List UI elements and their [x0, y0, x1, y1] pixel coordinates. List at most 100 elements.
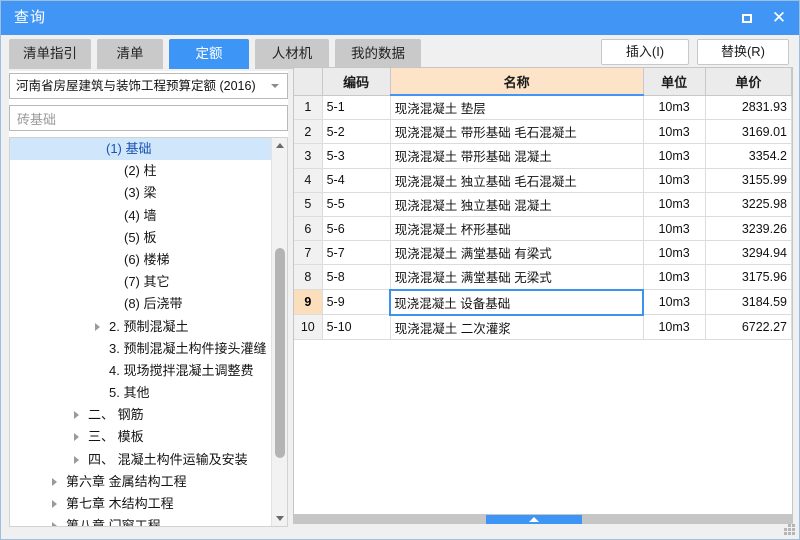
cell-code[interactable]: 5-5: [322, 192, 391, 217]
cell-idx[interactable]: 3: [294, 143, 323, 169]
cell-idx[interactable]: 9: [294, 289, 323, 316]
scroll-down-arrow-icon[interactable]: [272, 511, 287, 526]
cell-price[interactable]: 3354.2: [705, 143, 792, 169]
tree-item[interactable]: 5. 其他: [10, 382, 272, 404]
tree-item[interactable]: 2. 预制混凝土: [10, 316, 272, 338]
column-header-unit[interactable]: 单位: [643, 68, 706, 96]
table-row[interactable]: 7 5-7 现浇混凝土 满堂基础 有梁式 10m3 3294.94: [294, 240, 792, 266]
tab-4[interactable]: 我的数据: [335, 39, 421, 69]
table-row[interactable]: 2 5-2 现浇混凝土 带形基础 毛石混凝土 10m3 3169.01: [294, 119, 792, 145]
horizontal-splitter[interactable]: [293, 515, 793, 524]
cell-name[interactable]: 现浇混凝土 垫层: [390, 95, 644, 121]
collapse-up-icon[interactable]: [486, 515, 582, 524]
column-header-price[interactable]: 单价: [705, 68, 792, 96]
cell-name[interactable]: 现浇混凝土 满堂基础 无梁式: [390, 264, 644, 290]
tree-item[interactable]: (8) 后浇带: [10, 293, 272, 315]
cell-unit[interactable]: 10m3: [643, 289, 706, 316]
cell-price[interactable]: 3239.26: [705, 216, 792, 242]
cell-idx[interactable]: 10: [294, 314, 323, 340]
tree-item[interactable]: (6) 楼梯: [10, 249, 272, 271]
maximize-icon[interactable]: [737, 9, 757, 27]
cell-price[interactable]: 6722.27: [705, 314, 792, 340]
cell-code[interactable]: 5-6: [322, 216, 391, 242]
cell-name[interactable]: 现浇混凝土 二次灌浆: [390, 314, 644, 340]
cell-idx[interactable]: 1: [294, 95, 323, 121]
table-row[interactable]: 1 5-1 现浇混凝土 垫层 10m3 2831.93: [294, 95, 792, 121]
table-row[interactable]: 3 5-3 现浇混凝土 带形基础 混凝土 10m3 3354.2: [294, 143, 792, 169]
tree-item[interactable]: 第八章 门窗工程: [10, 515, 272, 526]
cell-code[interactable]: 5-7: [322, 240, 391, 266]
tree-item[interactable]: (2) 柱: [10, 160, 272, 182]
cell-name[interactable]: 现浇混凝土 带形基础 毛石混凝土: [390, 119, 644, 145]
library-select[interactable]: 河南省房屋建筑与装饰工程预算定额 (2016): [9, 73, 288, 99]
replace-button[interactable]: 替换(R): [697, 39, 789, 65]
cell-idx[interactable]: 8: [294, 264, 323, 290]
tree-scrollbar-thumb[interactable]: [275, 248, 285, 458]
close-icon[interactable]: ✕: [769, 9, 789, 27]
expand-arrow-icon[interactable]: [74, 411, 79, 420]
cell-price[interactable]: 3155.99: [705, 168, 792, 193]
column-header-code[interactable]: 编码: [322, 68, 391, 96]
table-row[interactable]: 8 5-8 现浇混凝土 满堂基础 无梁式 10m3 3175.96: [294, 264, 792, 290]
cell-price[interactable]: 3184.59: [705, 289, 792, 316]
insert-button[interactable]: 插入(I): [601, 39, 689, 65]
cell-unit[interactable]: 10m3: [643, 143, 706, 169]
expand-arrow-icon[interactable]: [95, 322, 100, 331]
table-row[interactable]: 5 5-5 现浇混凝土 独立基础 混凝土 10m3 3225.98: [294, 192, 792, 217]
tree-item[interactable]: (7) 其它: [10, 271, 272, 293]
cell-unit[interactable]: 10m3: [643, 314, 706, 340]
tree-item[interactable]: 第六章 金属结构工程: [10, 471, 272, 493]
tree-item[interactable]: 三、 模板: [10, 426, 272, 448]
scroll-up-arrow-icon[interactable]: [272, 138, 287, 153]
expand-arrow-icon[interactable]: [52, 477, 57, 486]
cell-name[interactable]: 现浇混凝土 设备基础: [389, 288, 645, 316]
column-header-name[interactable]: 名称: [390, 68, 644, 96]
tree-item[interactable]: (4) 墙: [10, 205, 272, 227]
cell-code[interactable]: 5-10: [322, 314, 391, 340]
tree-item[interactable]: 第七章 木结构工程: [10, 493, 272, 515]
tree-item[interactable]: 四、 混凝土构件运输及安装: [10, 449, 272, 471]
cell-price[interactable]: 3169.01: [705, 119, 792, 145]
cell-unit[interactable]: 10m3: [643, 192, 706, 217]
table-row[interactable]: 4 5-4 现浇混凝土 独立基础 毛石混凝土 10m3 3155.99: [294, 168, 792, 193]
cell-code[interactable]: 5-4: [322, 168, 391, 193]
tree-item[interactable]: (5) 板: [10, 227, 272, 249]
expand-arrow-icon[interactable]: [52, 522, 57, 526]
cell-unit[interactable]: 10m3: [643, 240, 706, 266]
expand-arrow-icon[interactable]: [74, 433, 79, 442]
expand-arrow-icon[interactable]: [74, 455, 79, 464]
cell-name[interactable]: 现浇混凝土 杯形基础: [390, 216, 644, 242]
cell-code[interactable]: 5-2: [322, 119, 391, 145]
search-input[interactable]: [15, 108, 285, 130]
cell-unit[interactable]: 10m3: [643, 95, 706, 121]
cell-unit[interactable]: 10m3: [643, 264, 706, 290]
table-row[interactable]: 10 5-10 现浇混凝土 二次灌浆 10m3 6722.27: [294, 314, 792, 340]
tree-item[interactable]: 4. 现场搅拌混凝土调整费: [10, 360, 272, 382]
tree-item[interactable]: (3) 梁: [10, 182, 272, 204]
cell-name[interactable]: 现浇混凝土 满堂基础 有梁式: [390, 240, 644, 266]
cell-unit[interactable]: 10m3: [643, 168, 706, 193]
cell-code[interactable]: 5-9: [322, 289, 391, 316]
cell-code[interactable]: 5-8: [322, 264, 391, 290]
cell-idx[interactable]: 6: [294, 216, 323, 242]
resize-grip-icon[interactable]: [784, 524, 796, 536]
cell-idx[interactable]: 7: [294, 240, 323, 266]
cell-name[interactable]: 现浇混凝土 独立基础 毛石混凝土: [390, 168, 644, 193]
table-row[interactable]: 9 5-9 现浇混凝土 设备基础 10m3 3184.59: [294, 288, 792, 316]
tab-1[interactable]: 清单: [97, 39, 163, 69]
cell-idx[interactable]: 4: [294, 168, 323, 193]
cell-code[interactable]: 5-3: [322, 143, 391, 169]
cell-price[interactable]: 3175.96: [705, 264, 792, 290]
cell-unit[interactable]: 10m3: [643, 119, 706, 145]
search-box[interactable]: [9, 105, 288, 131]
tree-item[interactable]: (1) 基础: [10, 138, 272, 161]
tree-item[interactable]: 二、 钢筋: [10, 404, 272, 426]
tab-2[interactable]: 定额: [169, 39, 249, 69]
expand-arrow-icon[interactable]: [52, 500, 57, 508]
tree-item[interactable]: 3. 预制混凝土构件接头灌缝: [10, 338, 272, 360]
tab-3[interactable]: 人材机: [255, 39, 329, 69]
tree-scrollbar[interactable]: [271, 138, 287, 526]
cell-idx[interactable]: 5: [294, 192, 323, 217]
cell-price[interactable]: 3225.98: [705, 192, 792, 217]
column-header-idx[interactable]: [294, 68, 323, 96]
